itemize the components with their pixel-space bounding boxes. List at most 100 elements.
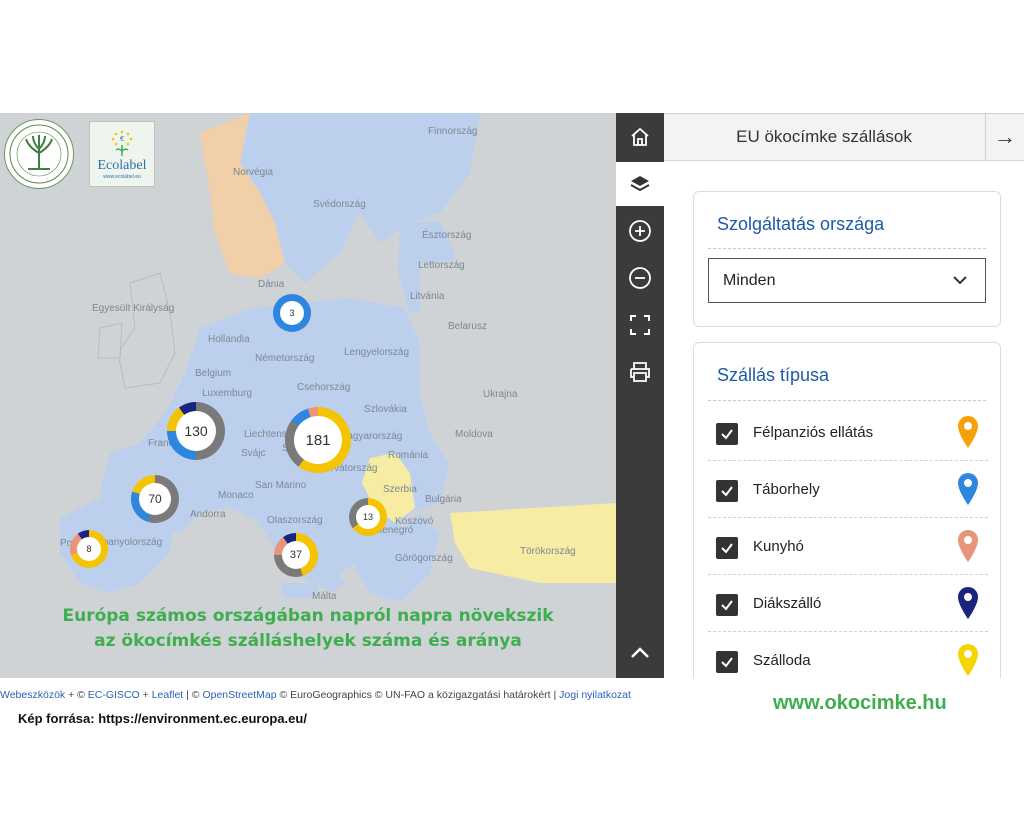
country-select[interactable]: Minden — [708, 258, 986, 303]
cluster-marker[interactable]: 8 — [70, 530, 108, 568]
zoom-out-icon — [629, 267, 651, 289]
panel-close-arrow[interactable]: → — [985, 114, 1024, 160]
checkbox[interactable] — [716, 594, 738, 616]
eu-flower-icon: € — [111, 130, 133, 156]
chevron-down-icon — [953, 276, 967, 285]
country-label: Hollandia — [208, 334, 250, 345]
country-label: Ukrajna — [483, 389, 518, 400]
caption-line-2: az ökocímkés szálláshelyek száma és arán… — [94, 631, 522, 651]
layers-button[interactable] — [616, 162, 664, 206]
checkbox[interactable] — [716, 651, 738, 673]
cluster-count: 181 — [294, 416, 342, 464]
attribution-link[interactable]: EC-GISCO — [88, 689, 140, 701]
cluster-marker[interactable]: 130 — [167, 402, 225, 460]
print-icon — [630, 362, 650, 382]
country-label: Moldova — [455, 429, 493, 440]
type-option-label: Táborhely — [753, 481, 820, 498]
type-option[interactable]: Kunyhó — [708, 519, 988, 575]
ecolabel-title: Ecolabel — [97, 158, 147, 173]
print-button[interactable] — [616, 350, 664, 394]
type-option[interactable]: Félpanziós ellátás — [708, 405, 988, 461]
cluster-marker[interactable]: 3 — [273, 294, 311, 332]
map-toolbar — [616, 113, 664, 678]
country-label: Görögország — [395, 553, 453, 564]
type-option[interactable]: Szálloda — [708, 633, 988, 678]
country-select-value: Minden — [723, 271, 776, 289]
cluster-marker[interactable]: 181 — [285, 407, 351, 473]
zoom-out-button[interactable] — [616, 256, 664, 300]
cluster-marker[interactable]: 37 — [274, 533, 318, 577]
attribution-link[interactable]: Leaflet — [152, 689, 184, 701]
website-url[interactable]: www.okocimke.hu — [773, 692, 947, 715]
country-label: Dánia — [258, 279, 285, 290]
home-button[interactable] — [616, 115, 664, 159]
fullscreen-button[interactable] — [616, 303, 664, 347]
country-label: Svájc — [241, 448, 266, 459]
map-pin-icon — [956, 529, 980, 568]
type-option-label: Kunyhó — [753, 538, 804, 555]
attribution-text: © EuroGeographics © UN-FAO a közigazgatá… — [276, 689, 560, 701]
screenshot-frame: Finnország Norvégia Svédország Észtország Le… — [0, 113, 1024, 678]
checkmark-icon — [721, 429, 733, 440]
cluster-marker[interactable]: 70 — [131, 475, 179, 523]
checkbox[interactable] — [716, 423, 738, 445]
type-filter-card: Szállás típusa Félpanziós ellátás Táborhe… — [693, 342, 1001, 678]
type-filter-title: Szállás típusa — [717, 365, 830, 385]
type-option-label: Diákszálló — [753, 595, 822, 612]
panel-header: EU ökocímke szállások → — [664, 114, 1024, 161]
attribution-text: | © — [183, 689, 203, 701]
map-pin-icon — [956, 643, 980, 678]
country-label: San Marino — [255, 480, 307, 491]
country-label: Észtország — [422, 230, 472, 241]
checkmark-icon — [721, 543, 733, 554]
zoom-in-button[interactable] — [616, 209, 664, 253]
attribution-text: + © — [65, 689, 88, 701]
map-pin-icon — [956, 586, 980, 625]
attribution-link[interactable]: Webeszközök — [0, 689, 65, 701]
country-label: Csehország — [297, 382, 351, 393]
checkbox[interactable] — [716, 480, 738, 502]
cluster-marker[interactable]: 13 — [349, 498, 387, 536]
country-filter-card: Szolgáltatás országa Minden — [693, 191, 1001, 327]
divider — [708, 248, 986, 249]
checkbox[interactable] — [716, 537, 738, 559]
type-option[interactable]: Táborhely — [708, 462, 988, 518]
attribution-link[interactable]: Jogi nyilatkozat — [559, 689, 631, 701]
ecolabel-url: www.ecolabel.eu — [103, 174, 141, 180]
country-label: Finnország — [428, 126, 478, 137]
country-label: Lettország — [418, 260, 465, 271]
cluster-count: 70 — [139, 483, 171, 515]
cluster-count: 130 — [176, 411, 216, 451]
country-label: Románia — [388, 450, 429, 461]
cluster-count: 3 — [280, 301, 304, 325]
map-pin-icon — [956, 415, 980, 454]
country-label: Németország — [255, 353, 315, 364]
checkmark-icon — [721, 657, 733, 668]
arrow-right-icon: → — [994, 124, 1016, 149]
country-label: Monaco — [218, 490, 254, 501]
divider — [708, 460, 988, 461]
attribution-link[interactable]: OpenStreetMap — [202, 689, 276, 701]
map-view[interactable]: Finnország Norvégia Svédország Észtország Le… — [0, 113, 616, 678]
country-label: Egyesült Királyság — [92, 303, 175, 314]
map-pin-icon — [956, 472, 980, 511]
type-option-label: Szálloda — [753, 652, 811, 669]
cluster-count: 8 — [77, 537, 101, 561]
tree-emblem-icon — [9, 124, 69, 184]
country-label: Luxemburg — [202, 388, 253, 399]
country-label: Szlovákia — [364, 404, 407, 415]
country-label: Olaszország — [267, 515, 323, 526]
divider — [708, 517, 988, 518]
type-option[interactable]: Diákszálló — [708, 576, 988, 632]
divider — [708, 574, 988, 575]
type-option-label: Félpanziós ellátás — [753, 424, 874, 441]
svg-text:€: € — [120, 136, 124, 143]
country-filter-title: Szolgáltatás országa — [717, 214, 885, 234]
checkmark-icon — [721, 486, 733, 497]
map-base — [0, 113, 616, 678]
fullscreen-icon — [630, 315, 650, 335]
country-label: Litvánia — [410, 291, 445, 302]
country-label: Törökország — [520, 546, 576, 557]
collapse-up-button[interactable] — [616, 631, 664, 675]
ecolabel-logo: € Ecolabel www.ecolabel.eu — [89, 121, 155, 187]
